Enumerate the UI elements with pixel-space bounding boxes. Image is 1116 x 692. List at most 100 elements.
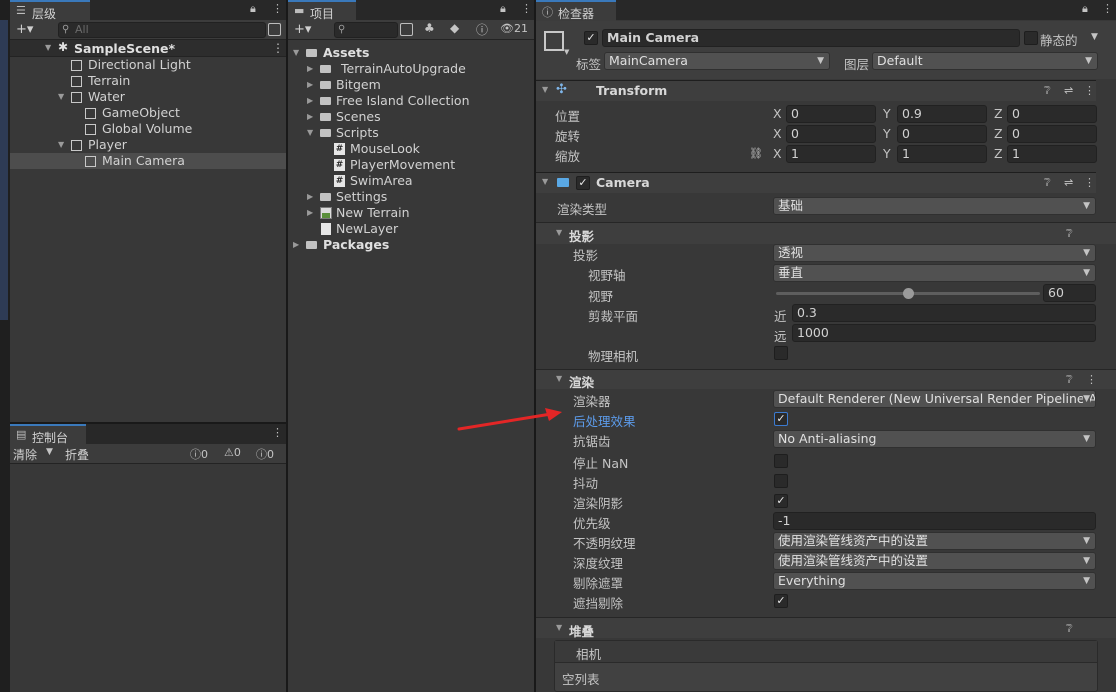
hierarchy-search-input[interactable]: ⚲ All <box>58 22 266 38</box>
expand-icon[interactable]: ▶ <box>307 61 313 77</box>
gameobject-icon[interactable] <box>544 31 564 51</box>
axis-z-label[interactable]: Z <box>994 126 1003 141</box>
opaque-texture-dropdown[interactable]: 使用渲染管线资产中的设置 ▼ <box>773 532 1096 550</box>
static-dropdown-icon[interactable]: ▼ <box>1091 32 1098 42</box>
project-item[interactable]: ▶ Scenes <box>288 109 534 125</box>
postprocess-checkbox[interactable]: ✓ <box>774 412 788 426</box>
position-x-field[interactable]: 0 <box>786 105 876 123</box>
renderer-dropdown[interactable]: Default Renderer (New Universal Render P… <box>773 390 1096 408</box>
filter-by-label-icon[interactable]: ◆ <box>450 21 459 35</box>
culling-mask-dropdown[interactable]: Everything ▼ <box>773 572 1096 590</box>
search-options-icon[interactable] <box>268 23 281 36</box>
tab-project[interactable]: ▬ 项目 <box>288 0 356 21</box>
antialias-dropdown[interactable]: No Anti-aliasing ▼ <box>773 430 1096 448</box>
help-icon[interactable]: ❔︎ <box>1044 176 1051 190</box>
more-menu-icon[interactable]: ⋮ <box>521 2 532 15</box>
help-icon[interactable]: ❔︎ <box>1066 373 1073 387</box>
hierarchy-item[interactable]: ▼ Player <box>10 137 286 153</box>
log-toggle[interactable]: ⓘ0 <box>190 446 208 462</box>
camera-enabled-checkbox[interactable]: ✓ <box>576 176 590 190</box>
axis-y-label[interactable]: Y <box>883 106 891 121</box>
position-y-field[interactable]: 0.9 <box>897 105 987 123</box>
camera-header[interactable]: ▼ ✓ Camera ❔︎ ⇌ ⋮ <box>536 172 1096 193</box>
render-shadows-checkbox[interactable]: ✓ <box>774 494 788 508</box>
hierarchy-item[interactable]: Global Volume <box>10 121 286 137</box>
axis-z-label[interactable]: Z <box>994 106 1003 121</box>
depth-texture-dropdown[interactable]: 使用渲染管线资产中的设置 ▼ <box>773 552 1096 570</box>
hidden-packages-icon[interactable]: 👁︎21 <box>500 22 528 35</box>
scale-y-field[interactable]: 1 <box>897 145 987 163</box>
expand-icon[interactable]: ▼ <box>556 623 562 632</box>
more-menu-icon[interactable]: ⋮ <box>272 426 283 439</box>
expand-icon[interactable]: ▶ <box>307 77 313 93</box>
projection-subheader[interactable]: ▼ 投影 ❔︎ <box>536 222 1116 244</box>
rotation-x-field[interactable]: 0 <box>786 125 876 143</box>
scale-z-field[interactable]: 1 <box>1007 145 1097 163</box>
layer-dropdown[interactable]: Default ▼ <box>872 52 1098 70</box>
static-checkbox[interactable] <box>1024 31 1038 45</box>
expand-icon[interactable]: ▼ <box>542 85 548 94</box>
priority-field[interactable]: -1 <box>773 512 1096 530</box>
hierarchy-item[interactable]: GameObject <box>10 105 286 121</box>
transform-header[interactable]: ▼ ✣ Transform ❔︎ ⇌ ⋮ <box>536 80 1096 101</box>
presets-icon[interactable]: ⇌ <box>1064 176 1073 189</box>
active-checkbox[interactable]: ✓ <box>584 31 598 45</box>
error-toggle[interactable]: ⓘ0 <box>256 446 274 462</box>
rendering-subheader[interactable]: ▼ 渲染 ❔︎ ⋮ <box>536 369 1116 390</box>
help-icon[interactable]: ❔︎ <box>1066 227 1073 241</box>
fov-axis-dropdown[interactable]: 垂直 ▼ <box>773 264 1096 282</box>
project-item[interactable]: ▶ Bitgem <box>288 77 534 93</box>
project-item[interactable]: ▶ TerrainAutoUpgrade <box>288 61 534 77</box>
hierarchy-item[interactable]: Terrain <box>10 73 286 89</box>
expand-icon[interactable]: ▶ <box>307 189 313 205</box>
axis-y-label[interactable]: Y <box>883 126 891 141</box>
lock-icon[interactable]: 🔒︎ <box>500 2 506 16</box>
expand-icon[interactable]: ▼ <box>556 374 562 383</box>
tab-inspector[interactable]: ⓘ 检查器 <box>536 0 616 21</box>
component-menu-icon[interactable]: ⋮ <box>1084 176 1095 189</box>
component-menu-icon[interactable]: ⋮ <box>1084 84 1095 97</box>
expand-icon[interactable]: ▼ <box>307 125 313 141</box>
near-field[interactable]: 0.3 <box>792 304 1096 322</box>
scene-row[interactable]: ▼ ✱ SampleScene* ⋮ <box>10 40 286 57</box>
expand-icon[interactable]: ▶ <box>307 205 313 221</box>
lock-icon[interactable]: 🔒︎ <box>1082 2 1088 16</box>
object-name-field[interactable]: Main Camera <box>602 29 1020 47</box>
create-asset-dropdown[interactable]: +▾ <box>294 22 311 37</box>
presets-icon[interactable]: ⇌ <box>1064 84 1073 97</box>
help-icon[interactable]: ❔︎ <box>1044 84 1051 98</box>
project-item[interactable]: # SwimArea <box>288 173 534 189</box>
clear-button[interactable]: 清除 <box>13 446 37 463</box>
scene-more-icon[interactable]: ⋮ <box>272 41 284 55</box>
section-menu-icon[interactable]: ⋮ <box>1086 373 1097 386</box>
project-item[interactable]: ▶ New Terrain <box>288 205 534 221</box>
icon-dropdown-icon[interactable]: ▼ <box>564 48 569 56</box>
dither-checkbox[interactable] <box>774 474 788 488</box>
clear-options-dropdown[interactable]: ▼ <box>46 447 53 457</box>
hierarchy-item[interactable]: Directional Light <box>10 57 286 73</box>
project-item[interactable]: ▶ Free Island Collection <box>288 93 534 109</box>
filter-by-type-icon[interactable]: ♣ <box>424 21 435 35</box>
axis-y-label[interactable]: Y <box>883 146 891 161</box>
expand-icon[interactable]: ▶ <box>307 109 313 125</box>
project-search-input[interactable]: ⚲ <box>334 22 398 38</box>
project-item[interactable]: ▼ Scripts <box>288 125 534 141</box>
stop-nan-checkbox[interactable] <box>774 454 788 468</box>
rotation-z-field[interactable]: 0 <box>1007 125 1097 143</box>
expand-icon[interactable]: ▼ <box>556 228 562 237</box>
stack-subheader[interactable]: ▼ 堆叠 ❔︎ <box>536 617 1116 639</box>
help-icon[interactable]: ❔︎ <box>1066 622 1073 636</box>
position-z-field[interactable]: 0 <box>1007 105 1097 123</box>
physical-camera-checkbox[interactable] <box>774 346 788 360</box>
axis-x-label[interactable]: X <box>773 106 782 121</box>
project-item[interactable]: # MouseLook <box>288 141 534 157</box>
axis-x-label[interactable]: X <box>773 146 782 161</box>
lock-icon[interactable]: 🔒︎ <box>250 2 256 16</box>
expand-icon[interactable]: ▶ <box>293 237 299 253</box>
expand-icon[interactable]: ▼ <box>45 43 51 52</box>
expand-icon[interactable]: ▼ <box>293 45 299 61</box>
hierarchy-item-selected[interactable]: Main Camera <box>10 153 286 169</box>
projection-dropdown[interactable]: 透视 ▼ <box>773 244 1096 262</box>
far-field[interactable]: 1000 <box>792 324 1096 342</box>
constrain-proportions-icon[interactable]: ⛓︎ <box>749 147 763 160</box>
